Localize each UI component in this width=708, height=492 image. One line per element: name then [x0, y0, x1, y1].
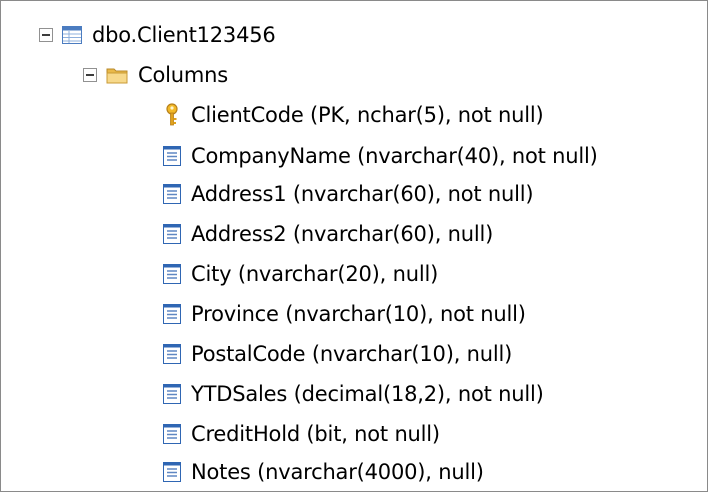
column-row[interactable]: City (nvarchar(20), null): [163, 257, 438, 291]
folder-label: Columns: [138, 63, 228, 87]
column-row[interactable]: ClientCode (PK, nchar(5), not null): [163, 98, 544, 132]
column-icon: [163, 462, 181, 482]
column-label: YTDSales (decimal(18,2), not null): [191, 382, 544, 406]
column-icon: [163, 264, 181, 284]
folder-icon: [106, 68, 128, 84]
column-label: PostalCode (nvarchar(10), null): [191, 342, 513, 366]
column-label: CreditHold (bit, not null): [191, 422, 440, 446]
column-icon: [163, 146, 181, 166]
primary-key-icon: [166, 103, 178, 126]
column-icon: [163, 344, 181, 364]
table-label: dbo.Client123456: [92, 23, 276, 47]
column-row[interactable]: Notes (nvarchar(4000), null): [163, 455, 484, 489]
column-row[interactable]: PostalCode (nvarchar(10), null): [163, 337, 512, 371]
column-row[interactable]: CompanyName (nvarchar(40), not null): [163, 139, 598, 173]
column-row[interactable]: YTDSales (decimal(18,2), not null): [163, 377, 544, 411]
column-label: Notes (nvarchar(4000), null): [191, 460, 484, 484]
collapse-toggle-columns[interactable]: [83, 68, 97, 82]
column-label: CompanyName (nvarchar(40), not null): [191, 144, 598, 168]
column-label: City (nvarchar(20), null): [191, 262, 439, 286]
column-icon: [163, 304, 181, 324]
column-icon: [163, 384, 181, 404]
object-explorer-tree: dbo.Client123456 Columns ClientCode (PK,…: [0, 0, 708, 492]
column-row[interactable]: CreditHold (bit, not null): [163, 417, 440, 451]
table-icon: [62, 26, 82, 44]
column-icon: [163, 224, 181, 244]
column-icon: [163, 184, 181, 204]
collapse-toggle-table[interactable]: [39, 28, 53, 42]
column-label: Address2 (nvarchar(60), null): [191, 222, 494, 246]
tree-node-columns-folder[interactable]: Columns: [83, 58, 228, 92]
column-label: Address1 (nvarchar(60), not null): [191, 182, 534, 206]
column-label: Province (nvarchar(10), not null): [191, 302, 526, 326]
column-row[interactable]: Address1 (nvarchar(60), not null): [163, 177, 534, 211]
column-row[interactable]: Address2 (nvarchar(60), null): [163, 217, 493, 251]
tree-node-table[interactable]: dbo.Client123456: [39, 18, 276, 52]
column-label: ClientCode (PK, nchar(5), not null): [191, 103, 544, 127]
column-icon: [163, 424, 181, 444]
column-row[interactable]: Province (nvarchar(10), not null): [163, 297, 526, 331]
